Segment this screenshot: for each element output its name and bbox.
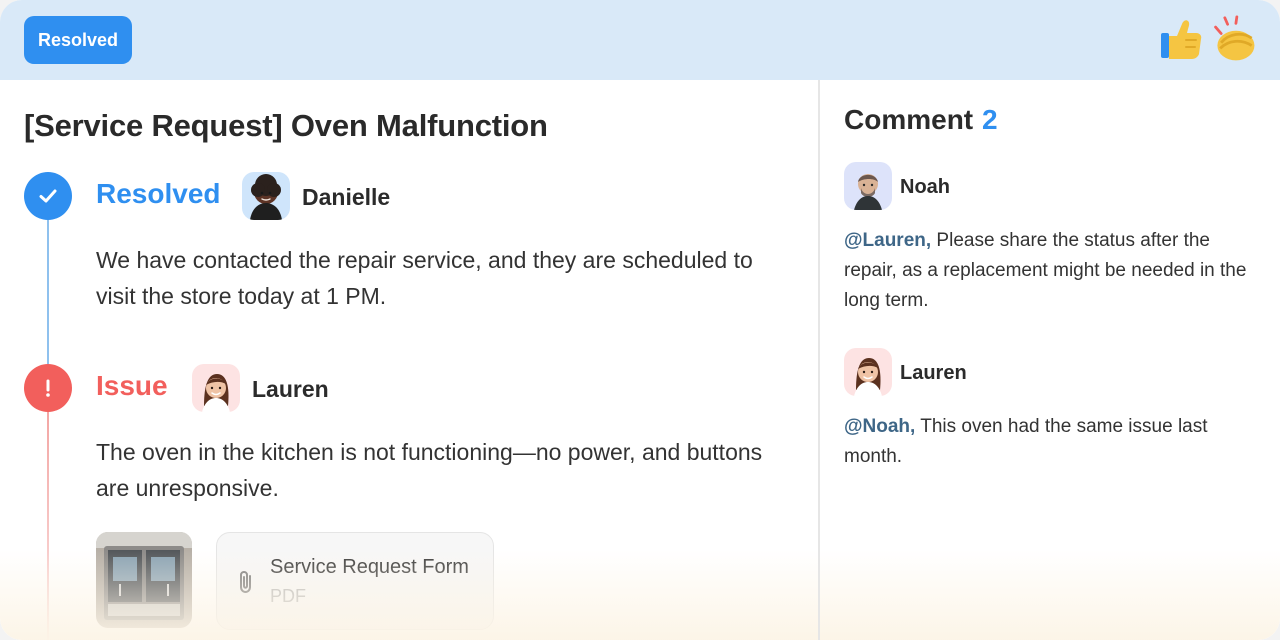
attachment-name: Service Request Form xyxy=(270,556,469,578)
exclamation-icon xyxy=(46,379,50,397)
reaction-bar xyxy=(1156,12,1260,68)
noah-comment-text: @Lauren, Please share the status after t… xyxy=(844,226,1256,316)
lauren-mention[interactable]: @Lauren, xyxy=(844,230,931,251)
noah-avatar-svg xyxy=(844,162,892,210)
lauren-comment-avatar xyxy=(844,348,892,396)
comments-bottom-fade xyxy=(820,550,1280,640)
lauren-author-name[interactable]: Lauren xyxy=(252,376,329,403)
exclamation-circle-icon xyxy=(24,364,72,412)
danielle-author-name[interactable]: Danielle xyxy=(302,184,390,211)
comments-count: 2 xyxy=(982,104,998,135)
thumbs-up-icon-svg xyxy=(1161,20,1202,59)
timeline-connector-issue xyxy=(47,412,49,640)
issue-status-label: Issue xyxy=(96,370,168,401)
issue-entry-text: The oven in the kitchen is not functioni… xyxy=(96,439,763,501)
resolved-status-label: Resolved xyxy=(96,178,221,209)
lauren-avatar-svg xyxy=(192,364,240,412)
lauren-comment-text: @Noah, This oven had the same issue last… xyxy=(844,412,1256,472)
noah-avatar xyxy=(844,162,892,210)
service-request-form-attachment[interactable]: Service Request Form PDF xyxy=(216,532,494,630)
ticket-detail-panel: [Service Request] Oven Malfunction Resol… xyxy=(0,80,818,640)
noah-mention[interactable]: @Noah, xyxy=(844,416,915,437)
lauren-comment-avatar-svg xyxy=(844,348,892,396)
comments-panel: Comment 2 Noah @Lauren, Please share the… xyxy=(820,80,1280,640)
oven-image xyxy=(96,532,192,628)
paperclip-icon xyxy=(240,571,251,593)
resolved-entry-text: We have contacted the repair service, an… xyxy=(96,247,753,309)
oven-photo-thumbnail[interactable] xyxy=(96,532,192,628)
header-bar: Resolved xyxy=(0,0,1280,80)
lauren-comment-author[interactable]: Lauren xyxy=(900,362,967,385)
danielle-avatar-svg xyxy=(242,172,290,220)
noah-comment-author[interactable]: Noah xyxy=(900,176,950,199)
ticket-card: Resolved [Service Request] Oven Malfunct… xyxy=(0,0,1280,640)
timeline-connector-resolved xyxy=(47,220,49,364)
check-circle-icon xyxy=(24,172,72,220)
clapping-hands-icon[interactable] xyxy=(1210,12,1260,68)
thumbs-up-icon[interactable] xyxy=(1156,12,1206,68)
ticket-title: [Service Request] Oven Malfunction xyxy=(24,108,548,143)
check-icon xyxy=(39,189,57,203)
status-badge-button[interactable]: Resolved xyxy=(24,16,133,64)
comments-heading: Comment xyxy=(844,104,974,135)
lauren-avatar xyxy=(192,364,240,412)
clapping-hands-icon-svg xyxy=(1214,15,1255,61)
attachment-type: PDF xyxy=(270,586,306,606)
danielle-avatar xyxy=(242,172,290,220)
